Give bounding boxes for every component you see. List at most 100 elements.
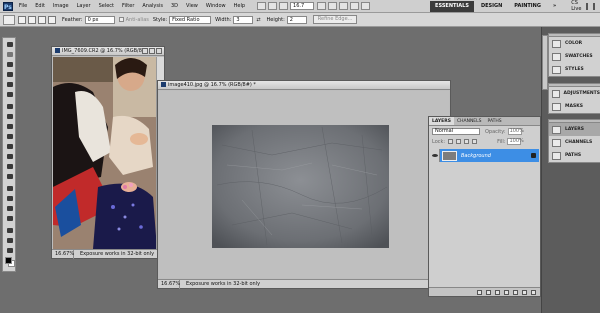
document-title-bar[interactable]: IMG_7609.CR2 @ 16.7% (RGB/8*)	[52, 47, 164, 56]
document-zoom-value[interactable]: 16.67%	[158, 279, 180, 289]
cs-live-button[interactable]: CS Live	[571, 0, 581, 12]
add-mask-icon[interactable]	[495, 289, 500, 295]
fill-input[interactable]: 100%	[507, 138, 524, 145]
workspace-design[interactable]: DESIGN	[476, 1, 507, 12]
hand-tool-icon[interactable]	[317, 2, 327, 10]
quick-selection-tool-icon[interactable]	[5, 71, 14, 78]
workspace-more-icon[interactable]: »	[548, 1, 561, 12]
menu-analysis[interactable]: Analysis	[142, 3, 163, 9]
menu-view[interactable]: View	[186, 3, 198, 9]
healing-brush-tool-icon[interactable]	[5, 103, 14, 110]
dock-item-color[interactable]: COLOR	[549, 37, 600, 50]
tab-paths[interactable]: PATHS	[485, 117, 505, 125]
menu-edit[interactable]: Edit	[35, 3, 45, 9]
dock-item-styles[interactable]: STYLES	[549, 63, 600, 76]
document-window-image410[interactable]: image410.jpg @ 16.7% (RGB/8#) * 16.67% E…	[157, 80, 451, 289]
lock-position-icon[interactable]	[464, 139, 470, 144]
dodge-tool-icon[interactable]	[5, 173, 14, 180]
tab-channels[interactable]: CHANNELS	[454, 117, 485, 125]
move-tool-icon[interactable]	[5, 41, 14, 48]
lock-pixels-icon[interactable]	[456, 139, 462, 144]
eraser-tool-icon[interactable]	[5, 143, 14, 150]
document-canvas-pasteboard[interactable]	[159, 91, 449, 278]
menu-help[interactable]: Help	[234, 3, 245, 9]
new-layer-icon[interactable]	[522, 289, 527, 295]
crop-tool-icon[interactable]	[5, 81, 14, 88]
adjustment-layer-icon[interactable]	[504, 289, 509, 295]
menu-file[interactable]: File	[19, 3, 27, 9]
lock-transparency-icon[interactable]	[448, 139, 454, 144]
lasso-tool-icon[interactable]	[5, 61, 14, 68]
layer-name[interactable]: Background	[461, 153, 491, 159]
dock-item-layers[interactable]: LAYERS	[549, 123, 600, 136]
add-to-selection-icon[interactable]	[28, 15, 36, 24]
new-selection-icon[interactable]	[18, 15, 26, 24]
link-layers-icon[interactable]	[477, 289, 482, 295]
3d-rotate-tool-icon[interactable]	[5, 227, 14, 234]
swap-dimensions-icon[interactable]: ⇄	[256, 17, 260, 23]
pen-tool-icon[interactable]	[5, 185, 14, 192]
gradient-tool-icon[interactable]	[5, 153, 14, 160]
rotate-view-icon[interactable]	[339, 2, 349, 10]
blur-tool-icon[interactable]	[5, 163, 14, 170]
dock-item-channels[interactable]: CHANNELS	[549, 136, 600, 149]
history-brush-tool-icon[interactable]	[5, 133, 14, 140]
marquee-tool-icon[interactable]	[5, 51, 14, 58]
document-title-bar[interactable]: image410.jpg @ 16.7% (RGB/8#) *	[158, 81, 450, 90]
path-selection-tool-icon[interactable]	[5, 205, 14, 212]
menu-select[interactable]: Select	[99, 3, 114, 9]
menu-filter[interactable]: Filter	[122, 3, 134, 9]
maximize-icon[interactable]	[149, 48, 155, 54]
width-input[interactable]: 3	[233, 15, 254, 24]
zoom-tool-icon[interactable]	[5, 247, 14, 254]
menu-layer[interactable]: Layer	[77, 3, 91, 9]
antialias-checkbox[interactable]	[118, 17, 124, 22]
subtract-selection-icon[interactable]	[38, 15, 46, 24]
document-zoom-value[interactable]: 16.67%	[52, 249, 74, 259]
menu-image[interactable]: Image	[53, 3, 69, 9]
tab-layers[interactable]: LAYERS	[429, 117, 454, 125]
workspace-painting[interactable]: PAINTING	[509, 1, 546, 12]
new-group-icon[interactable]	[513, 289, 518, 295]
dock-item-masks[interactable]: MASKS	[549, 100, 600, 113]
launch-bridge-icon[interactable]	[257, 2, 267, 10]
brush-tool-icon[interactable]	[5, 113, 14, 120]
blend-mode-select[interactable]: Normal	[432, 128, 480, 135]
menu-window[interactable]: Window	[206, 3, 226, 9]
zoom-tool-icon[interactable]	[328, 2, 338, 10]
arrange-documents-icon[interactable]	[350, 2, 360, 10]
opacity-input[interactable]: 100%	[507, 128, 524, 135]
restore-icon[interactable]	[593, 2, 596, 10]
visibility-eye-icon[interactable]	[430, 149, 440, 162]
minimize-icon[interactable]	[586, 2, 589, 10]
minimize-icon[interactable]	[142, 48, 148, 54]
shape-tool-icon[interactable]	[5, 215, 14, 222]
screen-mode-icon[interactable]	[361, 2, 371, 10]
refine-edge-button[interactable]: Refine Edge...	[312, 15, 358, 24]
menu-3d[interactable]: 3D	[171, 3, 178, 9]
view-extras-icon[interactable]	[279, 2, 289, 10]
dock-item-paths[interactable]: PATHS	[549, 149, 600, 162]
dock-item-swatches[interactable]: SWATCHES	[549, 50, 600, 63]
foreground-color-swatch[interactable]	[5, 257, 12, 264]
eyedropper-tool-icon[interactable]	[5, 91, 14, 98]
launch-mini-bridge-icon[interactable]	[268, 2, 278, 10]
zoom-level-field[interactable]: 16.7	[290, 2, 315, 10]
intersect-selection-icon[interactable]	[48, 15, 56, 24]
workspace-essentials[interactable]: ESSENTIALS	[430, 0, 474, 12]
dock-item-adjustments[interactable]: ADJUSTMENTS	[549, 87, 600, 100]
clone-stamp-tool-icon[interactable]	[5, 123, 14, 130]
layer-style-icon[interactable]	[486, 289, 491, 295]
delete-layer-icon[interactable]	[531, 289, 536, 295]
type-tool-icon[interactable]	[5, 195, 14, 202]
hand-tool-icon[interactable]	[5, 237, 14, 244]
lock-all-icon[interactable]	[472, 139, 478, 144]
tool-preset-picker[interactable]	[3, 14, 15, 25]
height-input[interactable]: 2	[286, 15, 307, 24]
close-icon[interactable]	[156, 48, 162, 54]
document-canvas-photo[interactable]	[53, 57, 157, 249]
feather-input[interactable]: 0 px	[84, 15, 115, 24]
style-select[interactable]: Fixed Ratio	[169, 15, 212, 24]
layer-row-background[interactable]: Background	[430, 149, 539, 162]
document-window-img7609[interactable]: IMG_7609.CR2 @ 16.7% (RGB/8*) 16.67% Exp…	[51, 46, 165, 259]
